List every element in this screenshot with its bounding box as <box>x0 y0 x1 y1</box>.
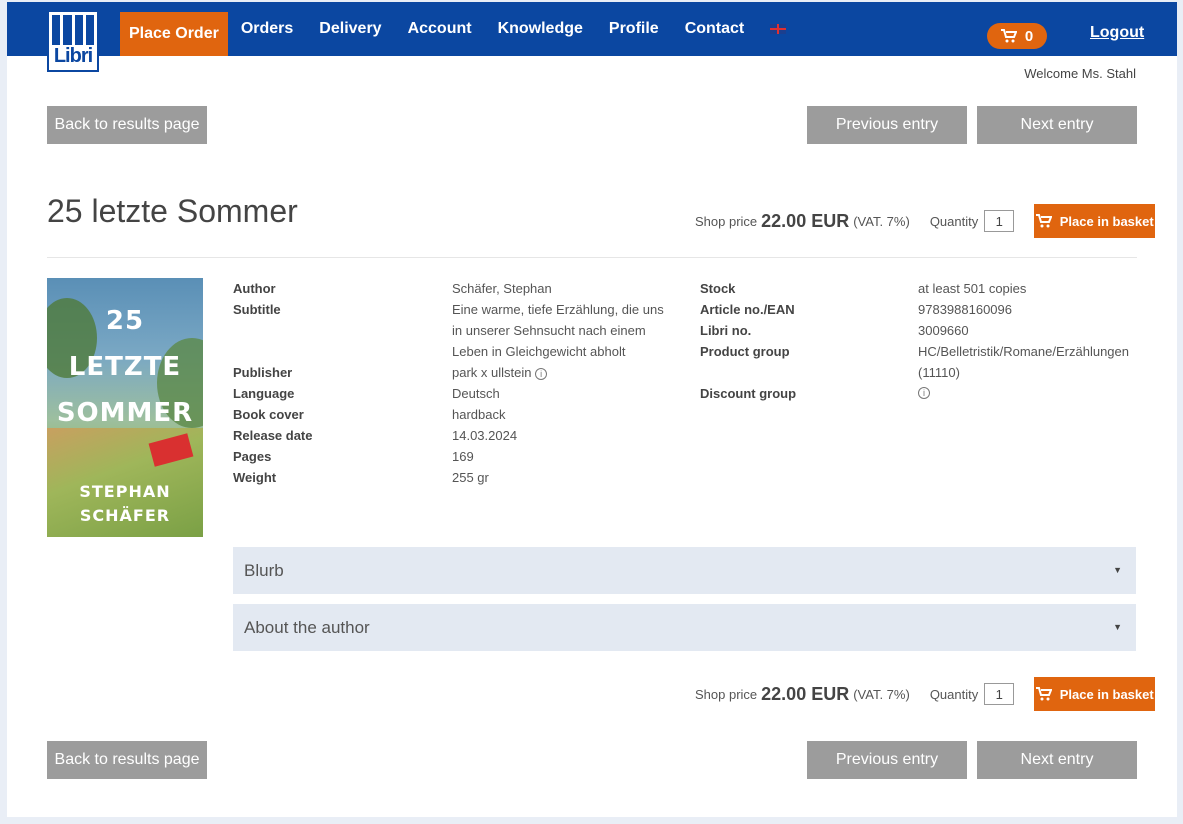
nav-knowledge[interactable]: Knowledge <box>485 2 596 56</box>
quantity-input[interactable] <box>984 683 1015 705</box>
detail-value-discount-group: i <box>918 381 930 402</box>
accordion-blurb[interactable]: Blurb ▼ <box>233 547 1136 594</box>
place-in-basket-button[interactable]: Place in basket <box>1034 204 1156 238</box>
detail-label: Release date <box>233 428 313 443</box>
cart-button[interactable]: 0 <box>987 23 1047 49</box>
detail-value-stock: at least 501 copies <box>918 281 1027 296</box>
nav-profile[interactable]: Profile <box>596 2 672 56</box>
accordion-label: About the author <box>244 618 370 637</box>
detail-value-ean: 9783988160096 <box>918 302 1012 317</box>
vat-note: (VAT. 7%) <box>853 686 910 702</box>
detail-value-release-date: 14.03.2024 <box>452 428 518 443</box>
info-icon[interactable]: i <box>918 386 930 399</box>
logo-bars <box>52 15 94 45</box>
cart-count: 0 <box>1024 27 1034 45</box>
next-entry-button[interactable]: Next entry <box>977 106 1137 144</box>
detail-value-publisher: park x ullstein i <box>452 362 548 383</box>
previous-entry-button[interactable]: Previous entry <box>807 106 967 144</box>
detail-label: Stock <box>700 281 736 296</box>
detail-label: Article no./EAN <box>700 302 795 317</box>
detail-label: Libri no. <box>700 323 752 338</box>
nav-delivery[interactable]: Delivery <box>306 2 394 56</box>
price-label: Shop price <box>695 213 758 229</box>
detail-label: Product group <box>700 344 790 359</box>
details-left: Author Schäfer, Stephan Subtitle Eine wa… <box>233 278 673 498</box>
back-to-results-button[interactable]: Back to results page <box>47 741 207 779</box>
detail-label: Publisher <box>233 365 293 380</box>
top-navigation-bar: Place Order Orders Delivery Account Know… <box>7 2 1177 56</box>
detail-value-author: Schäfer, Stephan <box>452 281 552 296</box>
cover-text-word1: LETZTE <box>68 352 182 382</box>
logo-text: Libri <box>53 45 93 67</box>
detail-value-product-group: HC/Belletristik/Romane/Erzählungen (1111… <box>918 344 1129 380</box>
place-in-basket-button[interactable]: Place in basket <box>1034 677 1156 711</box>
cover-text-word2: SOMMER <box>56 398 194 428</box>
price-label: Shop price <box>695 686 758 702</box>
detail-value-weight: 255 gr <box>452 470 489 485</box>
detail-value-pages: 169 <box>452 449 474 464</box>
publisher-text: park x ullstein <box>452 365 532 380</box>
basket-label: Place in basket <box>1059 686 1154 702</box>
logout-link[interactable]: Logout <box>1090 24 1144 42</box>
price-amount: 22.00 EUR <box>761 210 850 231</box>
detail-label: Language <box>233 386 295 401</box>
previous-entry-button[interactable]: Previous entry <box>807 741 967 779</box>
product-title: 25 letzte Sommer <box>47 193 298 229</box>
next-entry-button[interactable]: Next entry <box>977 741 1137 779</box>
price-bar-top: Shop price 22.00 EUR (VAT. 7%) Quantity … <box>695 204 1156 238</box>
nav-account[interactable]: Account <box>395 2 485 56</box>
accordion-about-author[interactable]: About the author ▼ <box>233 604 1136 651</box>
detail-label: Discount group <box>700 386 797 401</box>
info-icon[interactable]: i <box>535 367 548 380</box>
detail-label: Weight <box>233 470 277 485</box>
nav-place-order[interactable]: Place Order <box>120 12 228 56</box>
quantity-label: Quantity <box>929 213 979 229</box>
detail-value-subtitle: Eine warme, tiefe Erzählung, die uns in … <box>452 302 664 359</box>
accordion-label: Blurb <box>244 561 284 580</box>
cover-author-first: STEPHAN <box>79 482 171 501</box>
caret-down-icon: ▼ <box>1113 622 1122 632</box>
detail-value-book-cover: hardback <box>452 407 506 422</box>
details-right: Stock at least 501 copies Article no./EA… <box>700 278 1140 418</box>
quantity-input[interactable] <box>984 210 1015 232</box>
price-bar-bottom: Shop price 22.00 EUR (VAT. 7%) Quantity … <box>695 677 1156 711</box>
divider <box>47 257 1137 258</box>
page: Place Order Orders Delivery Account Know… <box>7 2 1177 817</box>
detail-value-libri-no: 3009660 <box>918 323 969 338</box>
vat-note: (VAT. 7%) <box>853 213 910 229</box>
cover-author-last: SCHÄFER <box>79 506 171 525</box>
detail-label: Author <box>233 281 276 296</box>
detail-value-language: Deutsch <box>452 386 500 401</box>
nav-orders[interactable]: Orders <box>228 2 306 56</box>
basket-label: Place in basket <box>1059 213 1154 229</box>
back-to-results-button[interactable]: Back to results page <box>47 106 207 144</box>
detail-label: Pages <box>233 449 272 464</box>
book-cover-image: 25 LETZTE SOMMER STEPHAN SCHÄFER <box>47 278 203 537</box>
quantity-label: Quantity <box>929 686 979 702</box>
welcome-message: Welcome Ms. Stahl <box>1024 66 1136 81</box>
detail-label: Book cover <box>233 407 304 422</box>
cover-text-number: 25 <box>105 306 145 336</box>
libri-logo[interactable]: Libri <box>47 10 99 72</box>
cart-icon <box>1035 687 1052 701</box>
detail-label: Subtitle <box>233 302 281 317</box>
cart-icon <box>1000 29 1017 43</box>
price-amount: 22.00 EUR <box>761 683 850 704</box>
main-nav: Place Order Orders Delivery Account Know… <box>120 2 799 56</box>
uk-flag-icon[interactable] <box>770 24 787 34</box>
nav-contact[interactable]: Contact <box>672 2 758 56</box>
caret-down-icon: ▼ <box>1113 565 1122 575</box>
cart-icon <box>1035 214 1052 228</box>
